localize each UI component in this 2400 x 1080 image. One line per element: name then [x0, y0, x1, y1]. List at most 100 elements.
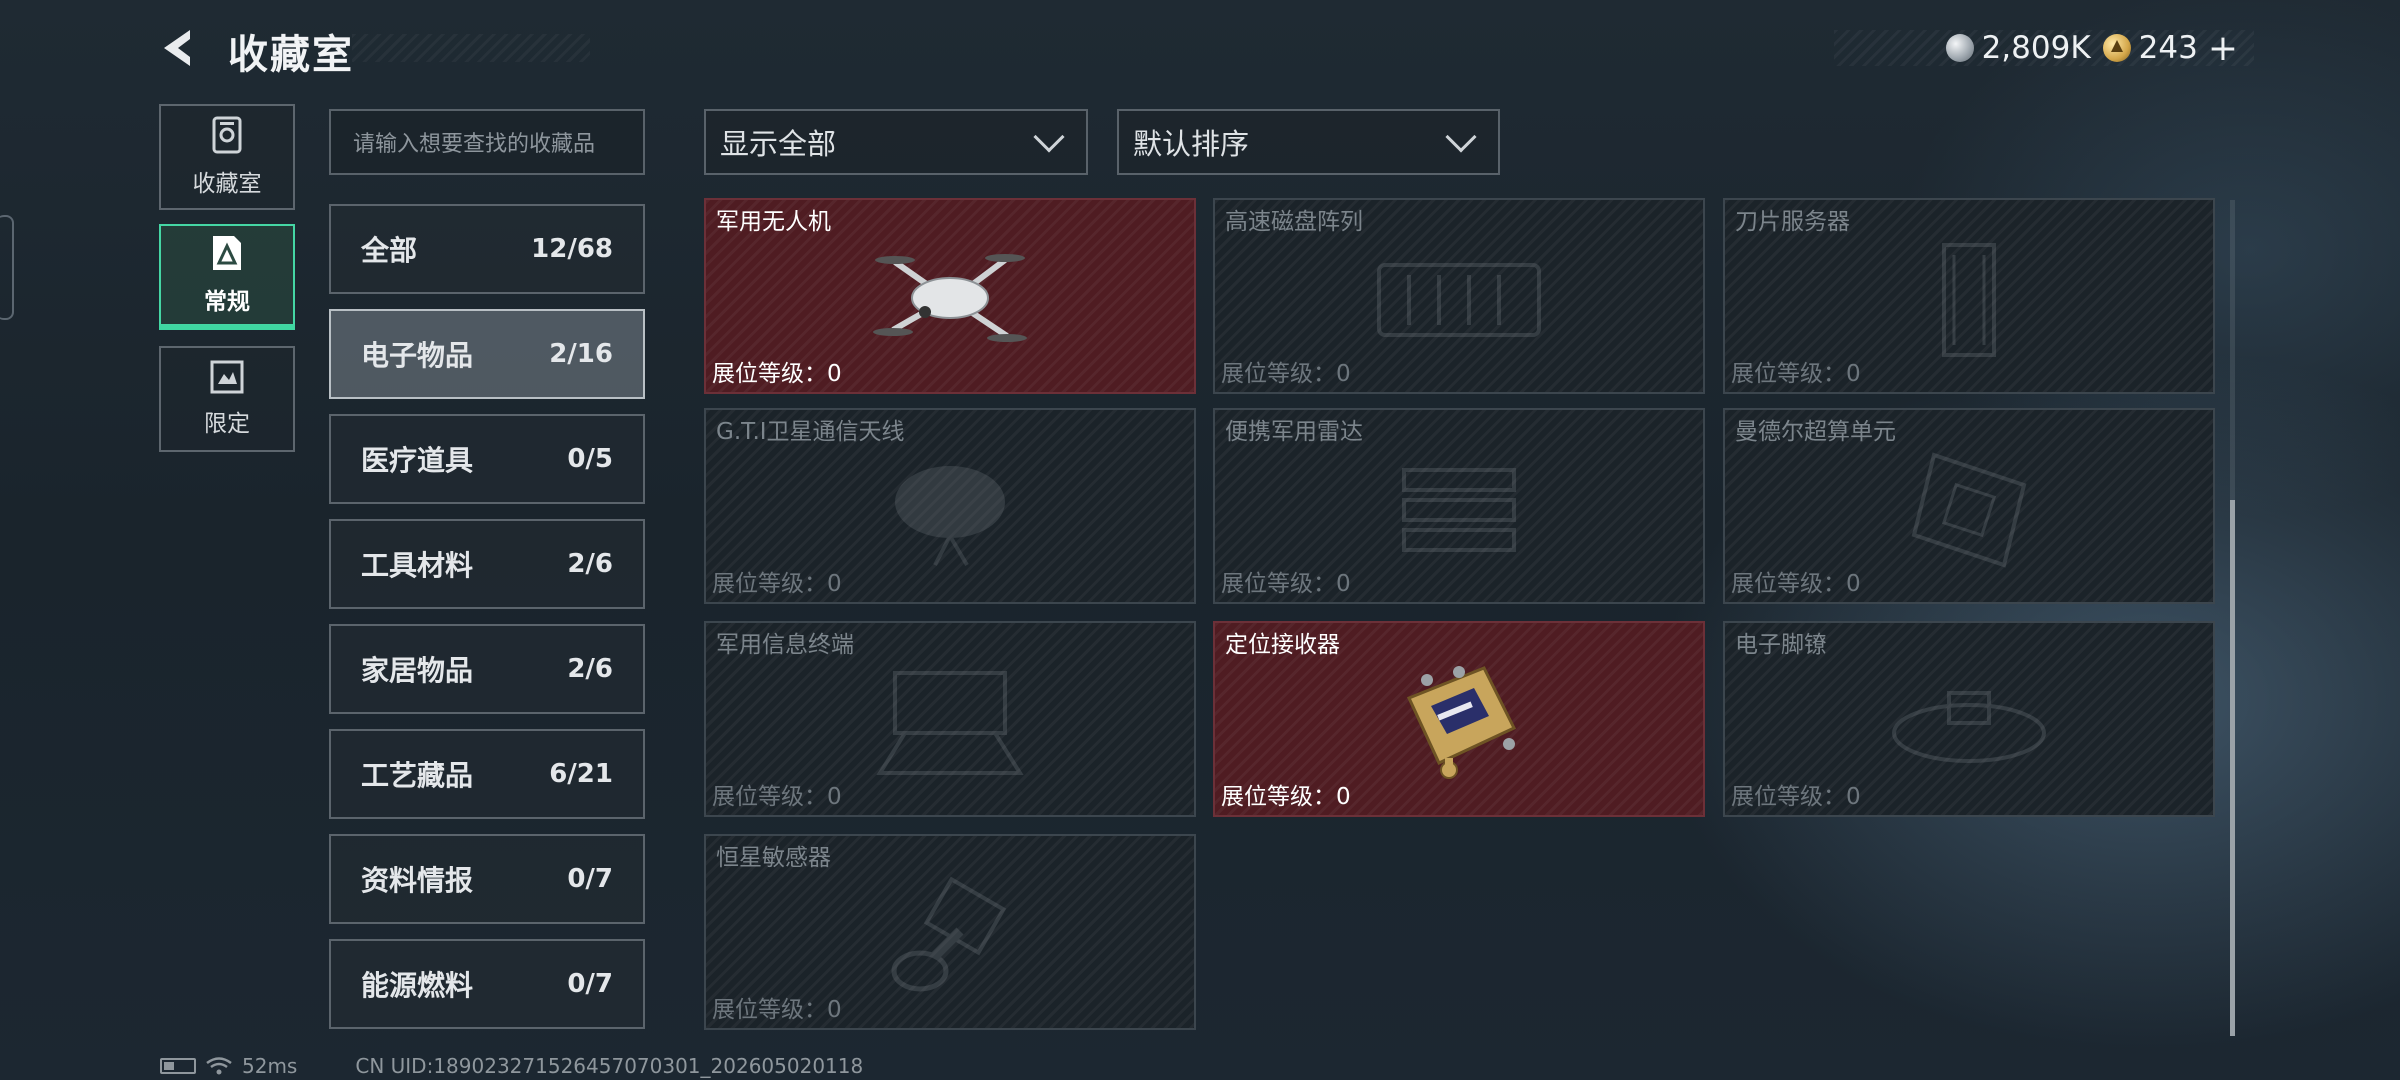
- info-terminal-icon: [876, 670, 1024, 775]
- collection-item-card[interactable]: 刀片服务器 展位等级：0: [1723, 198, 2215, 394]
- search-input[interactable]: 请输入想要查找的收藏品: [329, 109, 645, 175]
- item-name: 刀片服务器: [1735, 209, 1850, 235]
- item-level: 展位等级：0: [1221, 361, 1351, 387]
- filter-selected: 显示全部: [720, 127, 837, 161]
- sort-dropdown[interactable]: 默认排序: [1117, 109, 1500, 175]
- rail-tab-vault[interactable]: 收藏室: [159, 104, 295, 210]
- rail-tab-normal[interactable]: 常规: [159, 224, 295, 330]
- category-count: 0/7: [567, 969, 613, 999]
- category-name: 医疗道具: [361, 444, 474, 477]
- collection-item-card[interactable]: 高速磁盘阵列 展位等级：0: [1213, 198, 1705, 394]
- category-name: 工艺藏品: [361, 759, 474, 792]
- item-name: 军用无人机: [716, 209, 831, 235]
- collection-item-card[interactable]: G.T.I卫星通信天线 展位等级：0: [704, 408, 1196, 604]
- category-count: 2/6: [567, 654, 613, 684]
- item-level: 展位等级：0: [1221, 571, 1351, 597]
- normal-collection-icon: [213, 236, 241, 270]
- drone-icon: [873, 253, 1027, 342]
- category-name: 电子物品: [361, 339, 474, 372]
- item-level: 展位等级：0: [712, 361, 842, 387]
- rail-tab-limited[interactable]: 限定: [159, 346, 295, 452]
- category-count: 0/7: [567, 864, 613, 894]
- item-name: 恒星敏感器: [716, 845, 831, 871]
- vault-icon: [212, 116, 242, 154]
- blade-server-icon: [1942, 242, 1996, 357]
- ankle-monitor-icon: [1892, 690, 2046, 763]
- category-count: 6/21: [549, 759, 613, 789]
- item-name: 便携军用雷达: [1225, 419, 1363, 445]
- rail-tab-label: 常规: [204, 289, 250, 315]
- item-level: 展位等级：0: [1731, 571, 1861, 597]
- back-arrow-icon[interactable]: [158, 26, 202, 70]
- gold-amount: 243: [2138, 30, 2198, 66]
- category-electronics[interactable]: 电子物品 2/16: [329, 309, 645, 399]
- chevron-down-icon: [1445, 121, 1477, 153]
- search-placeholder: 请输入想要查找的收藏品: [353, 132, 596, 157]
- category-energy[interactable]: 能源燃料 0/7: [329, 939, 645, 1029]
- star-sensor-icon: [891, 876, 1007, 992]
- silver-coin-icon: [1945, 34, 1974, 62]
- item-level: 展位等级：0: [712, 571, 842, 597]
- category-crafts[interactable]: 工艺藏品 6/21: [329, 729, 645, 819]
- collection-item-card[interactable]: 军用无人机 展位等级：0: [704, 198, 1196, 394]
- collection-item-card[interactable]: 定位接收器 展位等级：0: [1213, 621, 1705, 817]
- item-name: 高速磁盘阵列: [1225, 209, 1363, 235]
- category-intel[interactable]: 资料情报 0/7: [329, 834, 645, 924]
- collection-item-card[interactable]: 曼德尔超算单元 展位等级：0: [1723, 408, 2215, 604]
- item-level: 展位等级：0: [1731, 784, 1861, 810]
- category-count: 12/68: [531, 234, 613, 264]
- battery-icon: [160, 1058, 196, 1074]
- category-name: 资料情报: [361, 864, 474, 897]
- category-name: 家居物品: [361, 654, 474, 687]
- scrollbar[interactable]: [2230, 200, 2235, 1036]
- currency-bar: 2,809K 243 +: [1834, 28, 2254, 69]
- ping-value: 52ms: [242, 1054, 298, 1078]
- page-title: 收藏室: [228, 32, 354, 78]
- rail-tab-label: 收藏室: [192, 171, 262, 197]
- wifi-icon: [206, 1057, 232, 1075]
- sort-selected: 默认排序: [1133, 127, 1250, 161]
- collection-item-card[interactable]: 恒星敏感器 展位等级：0: [704, 834, 1196, 1030]
- item-level: 展位等级：0: [712, 784, 842, 810]
- item-name: 电子脚镣: [1735, 632, 1827, 658]
- status-bar: 52ms CN UID:18902327152645707030​1_20260…: [160, 1054, 863, 1078]
- uid-text: CN UID:18902327152645707030​1_2026050201…: [355, 1054, 864, 1078]
- category-name: 工具材料: [361, 549, 474, 582]
- category-tools[interactable]: 工具材料 2/6: [329, 519, 645, 609]
- item-name: 军用信息终端: [716, 632, 854, 658]
- item-level: 展位等级：0: [1731, 361, 1861, 387]
- rail-tab-label: 限定: [204, 411, 250, 437]
- filter-dropdown[interactable]: 显示全部: [704, 109, 1088, 175]
- category-count: 0/5: [567, 444, 613, 474]
- chevron-down-icon: [1033, 121, 1065, 153]
- category-all[interactable]: 全部 12/68: [329, 204, 645, 294]
- limited-collection-icon: [210, 360, 244, 394]
- collection-item-card[interactable]: 军用信息终端 展位等级：0: [704, 621, 1196, 817]
- gold-currency[interactable]: 243 +: [2102, 28, 2238, 69]
- gold-coin-icon: [2102, 34, 2131, 62]
- item-name: G.T.I卫星通信天线: [716, 419, 905, 445]
- category-household[interactable]: 家居物品 2/6: [329, 624, 645, 714]
- item-name: 定位接收器: [1225, 632, 1340, 658]
- item-name: 曼德尔超算单元: [1735, 419, 1896, 445]
- scrollbar-thumb[interactable]: [2230, 500, 2235, 1036]
- category-name: 能源燃料: [361, 969, 474, 1002]
- collection-item-card[interactable]: 便携军用雷达 展位等级：0: [1213, 408, 1705, 604]
- item-level: 展位等级：0: [712, 997, 842, 1023]
- item-level: 展位等级：0: [1221, 784, 1351, 810]
- silver-currency[interactable]: 2,809K: [1945, 30, 2091, 66]
- supercomputer-unit-icon: [1911, 452, 2027, 568]
- category-count: 2/16: [549, 339, 613, 369]
- category-count: 2/6: [567, 549, 613, 579]
- collection-item-card[interactable]: 电子脚镣 展位等级：0: [1723, 621, 2215, 817]
- radar-icon: [1402, 467, 1516, 552]
- satellite-dish-icon: [895, 465, 1005, 566]
- category-medical[interactable]: 医疗道具 0/5: [329, 414, 645, 504]
- title-decoration: [352, 34, 590, 62]
- gps-receiver-icon: [1406, 665, 1517, 779]
- category-name: 全部: [361, 234, 418, 267]
- disk-array-icon: [1377, 262, 1541, 337]
- silver-amount: 2,809K: [1981, 30, 2091, 66]
- edge-handle[interactable]: [0, 215, 14, 320]
- add-currency-button[interactable]: +: [2208, 28, 2238, 69]
